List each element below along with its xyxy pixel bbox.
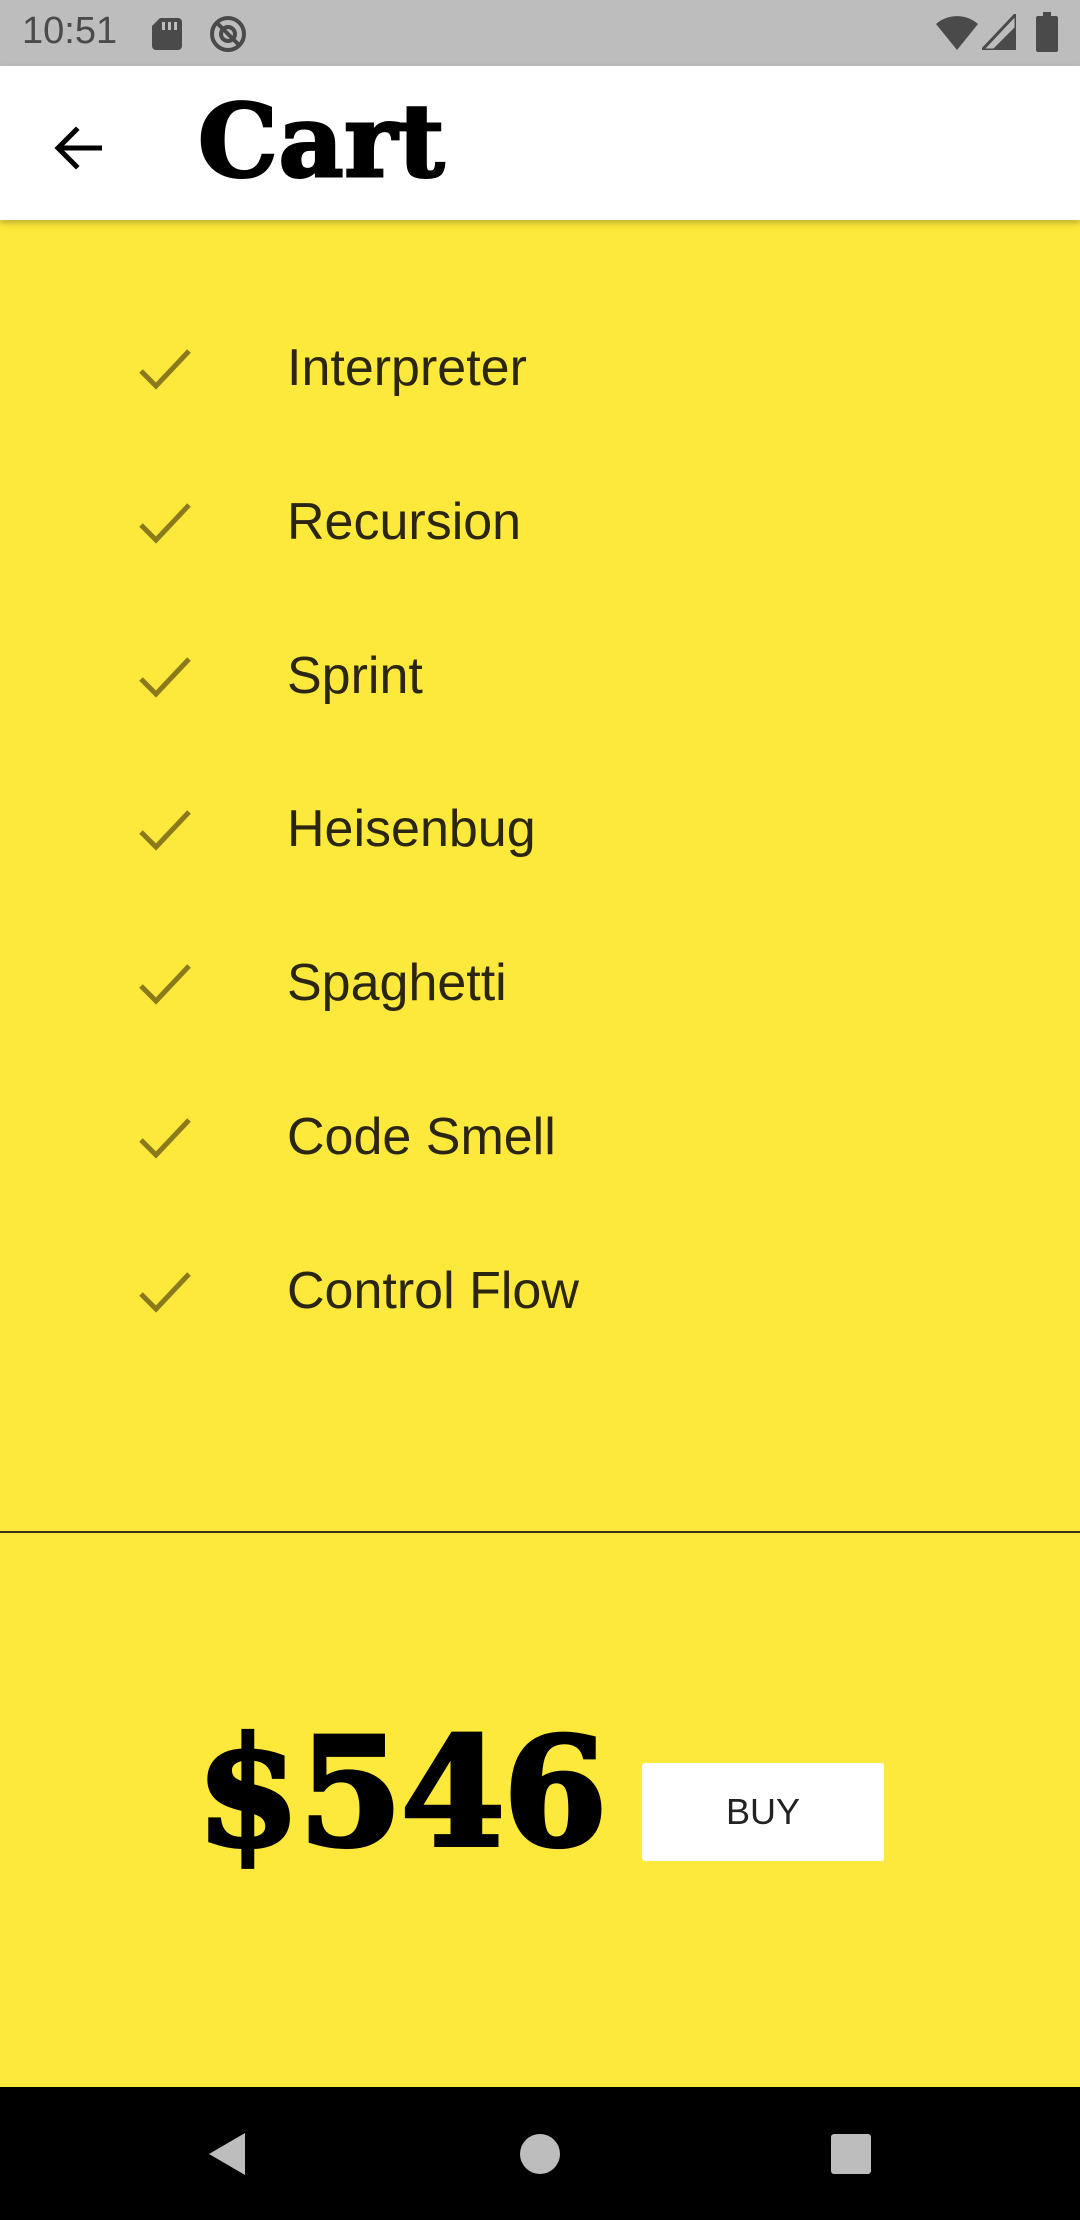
- item-label: Sprint: [287, 647, 423, 705]
- item-label: Code Smell: [287, 1108, 556, 1166]
- status-bar: 10:51: [0, 0, 1080, 66]
- cell-signal-icon: [982, 14, 1016, 50]
- battery-icon: [1036, 12, 1058, 52]
- list-item[interactable]: Code Smell: [0, 1069, 1080, 1223]
- check-icon: [139, 657, 191, 698]
- check-icon: [139, 1272, 191, 1313]
- back-triangle-icon[interactable]: [203, 2129, 253, 2179]
- buy-button[interactable]: BUY: [642, 1763, 884, 1861]
- app-bar: Cart: [0, 66, 1080, 220]
- item-label: Heisenbug: [287, 800, 536, 858]
- item-label: Control Flow: [287, 1262, 579, 1320]
- item-label: Interpreter: [287, 339, 527, 397]
- cart-item-list: Interpreter Recursion Sprint Heisenbug S…: [0, 220, 1080, 1532]
- list-item[interactable]: Heisenbug: [0, 761, 1080, 915]
- check-icon: [139, 503, 191, 544]
- total-price: $546: [194, 1705, 609, 1881]
- system-nav-bar: [0, 2087, 1080, 2220]
- check-icon: [139, 1118, 191, 1159]
- home-circle-icon[interactable]: [515, 2129, 565, 2179]
- recents-square-icon[interactable]: [826, 2129, 876, 2179]
- item-label: Recursion: [287, 493, 522, 551]
- list-item[interactable]: Control Flow: [0, 1223, 1080, 1377]
- list-item[interactable]: Recursion: [0, 454, 1080, 608]
- list-item[interactable]: Interpreter: [0, 300, 1080, 454]
- check-icon: [139, 349, 191, 390]
- back-button[interactable]: [40, 110, 116, 186]
- wifi-icon: [936, 16, 978, 50]
- sd-card-icon: [152, 18, 182, 50]
- at-sign-icon: [210, 16, 246, 52]
- status-time: 10:51: [22, 10, 118, 52]
- check-icon: [139, 810, 191, 851]
- check-icon: [139, 964, 191, 1005]
- list-item[interactable]: Spaghetti: [0, 915, 1080, 1069]
- page-title: Cart: [196, 81, 446, 202]
- list-item[interactable]: Sprint: [0, 608, 1080, 762]
- checkout-panel: $546 BUY: [0, 1533, 1080, 2087]
- arrow-left-icon: [54, 126, 102, 170]
- item-label: Spaghetti: [287, 954, 507, 1012]
